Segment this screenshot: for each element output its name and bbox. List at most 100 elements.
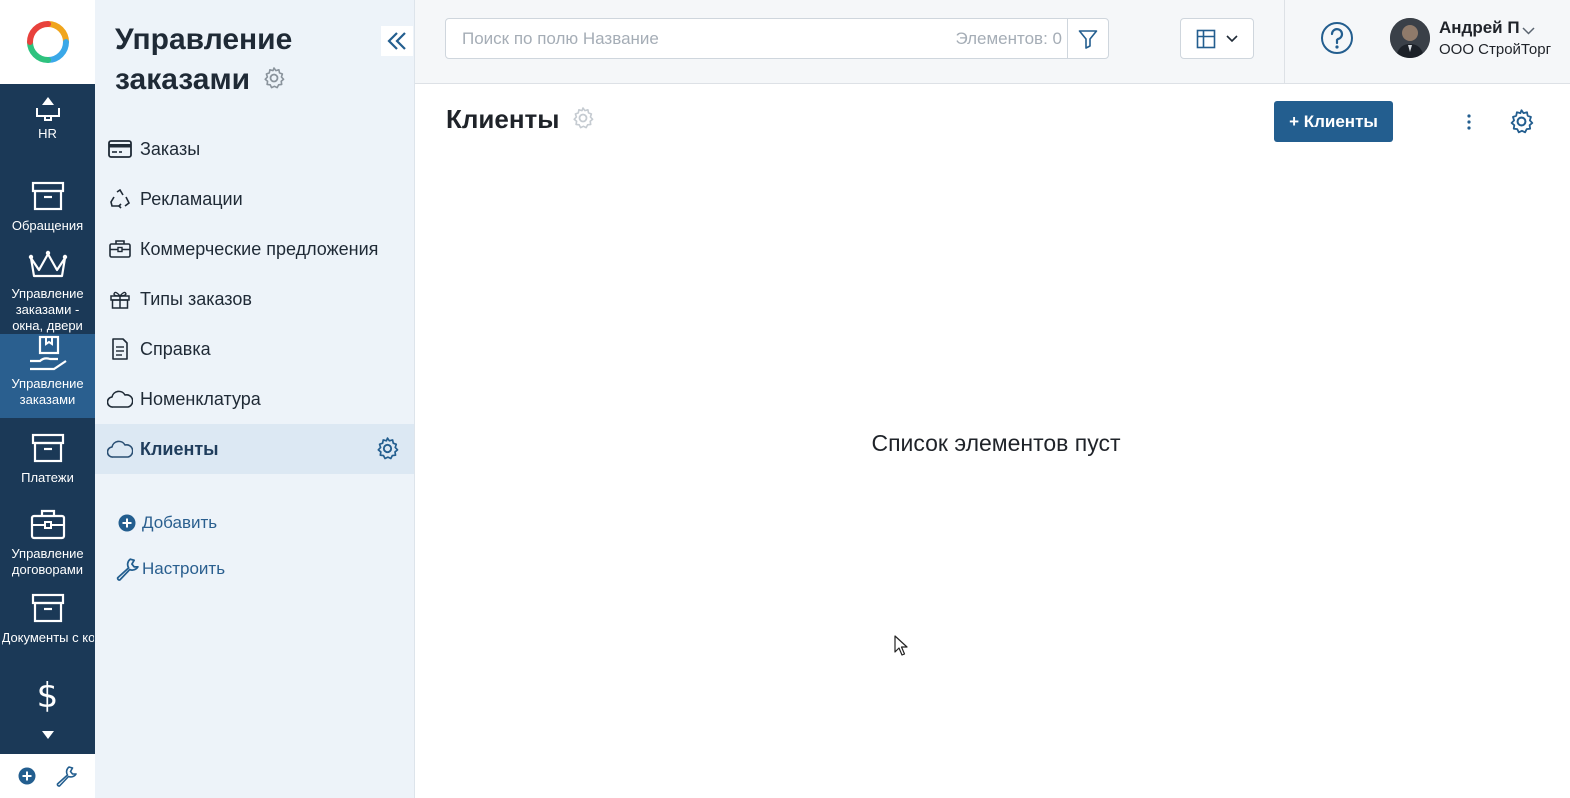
double-chevron-left-icon <box>387 32 406 50</box>
section-settings-button[interactable] <box>262 61 286 101</box>
nav-item-label: Коммерческие предложения <box>140 238 379 259</box>
table-view-icon <box>1196 29 1216 48</box>
nav-item-label: Номенклатура <box>140 388 261 409</box>
triangle-up-icon <box>41 97 54 105</box>
mouse-cursor-icon <box>894 635 908 662</box>
nav-item-label: Заказы <box>140 138 201 159</box>
configure-section-label: Настроить <box>142 559 226 578</box>
dollar-icon: $ <box>36 676 59 716</box>
rail-item-label: Платежи <box>21 470 74 485</box>
nav-item-order-types[interactable]: Типы заказов <box>95 274 414 324</box>
gear-icon <box>573 107 594 129</box>
nav-item-nomenclature[interactable]: Номенклатура <box>95 374 414 424</box>
question-circle-icon <box>1321 22 1353 54</box>
empty-list-message: Список элементов пуст <box>871 430 1121 456</box>
view-mode-button[interactable] <box>1180 18 1254 59</box>
collapse-sidebar-button[interactable] <box>381 26 413 56</box>
rail-item-hr[interactable]: HR <box>0 102 95 164</box>
triangle-down-icon <box>41 731 54 739</box>
app-logo[interactable] <box>0 0 95 84</box>
briefcase-icon <box>30 504 66 544</box>
app-rail: HR Обращения Управление заказами - окна,… <box>0 0 95 798</box>
rail-item-contracts[interactable]: Управление договорами <box>0 504 95 584</box>
topbar-divider <box>1284 0 1285 84</box>
archive-box-icon <box>31 176 65 216</box>
page-title-text: Клиенты <box>446 104 560 134</box>
rail-settings-button[interactable] <box>55 765 78 787</box>
search-box: Элементов: 0 <box>445 18 1109 59</box>
page-title: Клиенты <box>446 104 595 137</box>
rail-item-documents[interactable]: Документы с контрагента... <box>0 588 95 668</box>
gear-icon <box>264 67 285 89</box>
rail-scroll-down-button[interactable] <box>0 726 95 744</box>
user-company: ООО СтройТорг <box>1439 41 1552 58</box>
rail-item-label: Обращения <box>11 218 84 233</box>
nav-item-claims[interactable]: Рекламации <box>95 174 414 224</box>
rail-item-label: HR <box>38 126 57 141</box>
rail-bottom-bar <box>0 754 95 798</box>
list-settings-button[interactable] <box>1508 108 1535 140</box>
archive-box-icon <box>31 588 65 628</box>
section-sidebar: Управление заказами Заказы Рекламации Ко… <box>95 0 415 798</box>
recycle-icon <box>107 186 133 212</box>
gift-icon <box>107 286 133 312</box>
section-title: Управление заказами <box>115 20 375 101</box>
help-button[interactable] <box>1320 21 1354 55</box>
chevron-down-icon <box>1522 22 1535 40</box>
gear-icon <box>1510 109 1534 134</box>
chevron-down-icon <box>1226 34 1238 42</box>
nav-item-label: Рекламации <box>140 188 243 209</box>
wrench-icon <box>56 766 78 787</box>
briefcase-icon <box>107 236 133 262</box>
cloud-icon <box>107 436 133 462</box>
nav-item-label: Типы заказов <box>140 288 252 309</box>
document-icon <box>107 336 133 362</box>
rail-item-label: Управление заказами - окна, двери <box>11 286 84 333</box>
add-section-label: Добавить <box>142 513 218 532</box>
section-nav: Заказы Рекламации Коммерческие предложен… <box>95 124 414 474</box>
rail-item-orders[interactable]: Управление заказами <box>0 334 95 418</box>
nav-item-clients[interactable]: Клиенты <box>95 424 414 474</box>
filter-button[interactable] <box>1067 19 1108 58</box>
rail-item-payments[interactable]: Платежи <box>0 428 95 492</box>
user-name: Андрей П <box>1439 18 1520 37</box>
crown-icon <box>27 246 69 284</box>
gear-icon <box>377 437 399 460</box>
nav-item-label: Справка <box>140 338 211 359</box>
avatar <box>1390 18 1430 58</box>
add-client-button[interactable]: + Клиенты <box>1274 101 1393 142</box>
rail-items: HR Обращения Управление заказами - окна,… <box>0 84 95 754</box>
rail-item-finance[interactable]: $ <box>0 676 95 726</box>
rail-item-label: Управление договорами <box>11 546 84 577</box>
search-input[interactable] <box>446 19 986 58</box>
cloud-icon <box>107 386 133 412</box>
rail-scroll-up-button[interactable] <box>0 92 95 110</box>
nav-item-help[interactable]: Справка <box>95 324 414 374</box>
rail-item-appeals[interactable]: Обращения <box>0 176 95 240</box>
nav-item-proposals[interactable]: Коммерческие предложения <box>95 224 414 274</box>
archive-box-icon <box>31 428 65 468</box>
plus-circle-icon <box>18 767 36 785</box>
nav-item-settings-button[interactable] <box>375 436 400 466</box>
logo-icon <box>26 21 69 63</box>
more-actions-button[interactable] <box>1458 109 1480 135</box>
items-count: Элементов: 0 <box>955 29 1062 48</box>
nav-item-orders[interactable]: Заказы <box>95 124 414 174</box>
top-bar: Элементов: 0 Андрей П ООО СтройТорг <box>415 0 1570 84</box>
rail-add-button[interactable] <box>18 767 36 785</box>
rail-item-label: Документы с контрагента... <box>1 630 94 645</box>
user-menu[interactable]: Андрей П ООО СтройТорг <box>1390 18 1560 62</box>
add-section-button[interactable]: Добавить <box>115 500 225 546</box>
rail-item-label: Управление заказами <box>11 376 84 407</box>
rail-item-orders-windows[interactable]: Управление заказами - окна, двери <box>0 246 95 334</box>
kebab-menu-icon <box>1467 114 1471 130</box>
nav-item-label: Клиенты <box>140 438 219 459</box>
configure-section-button[interactable]: Настроить <box>115 546 225 592</box>
sidebar-actions: Добавить Настроить <box>115 500 225 592</box>
wrench-icon <box>115 557 139 581</box>
page-title-settings-button[interactable] <box>571 106 595 137</box>
hand-package-icon <box>28 334 68 374</box>
filter-icon <box>1078 29 1098 49</box>
card-icon <box>107 136 133 162</box>
plus-circle-icon <box>115 514 139 532</box>
